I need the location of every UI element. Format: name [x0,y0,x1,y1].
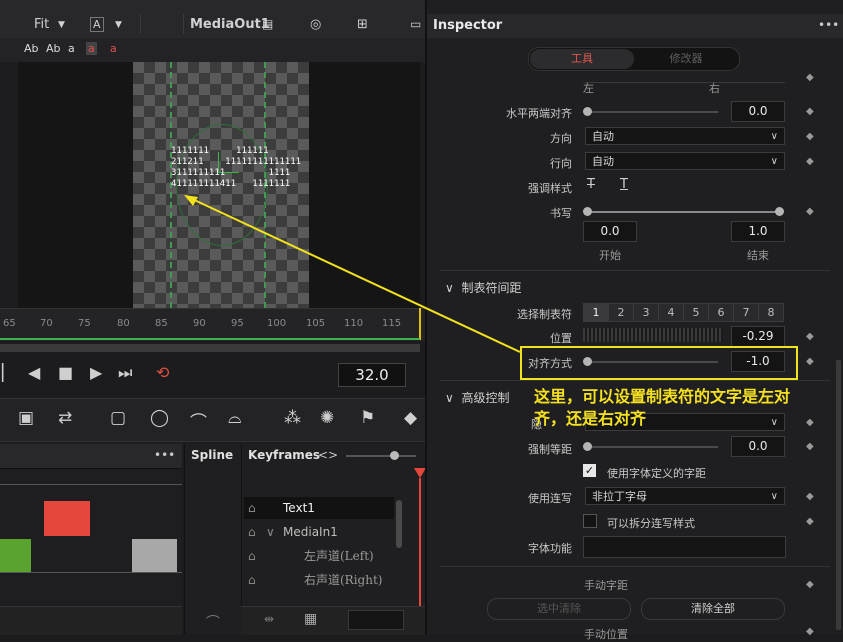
annotation-highlight-box [520,346,798,380]
annotation-text: 这里，可以设置制表符的文字是左对齐，还是右对齐 [534,387,791,428]
annotation-arrow [184,195,521,353]
